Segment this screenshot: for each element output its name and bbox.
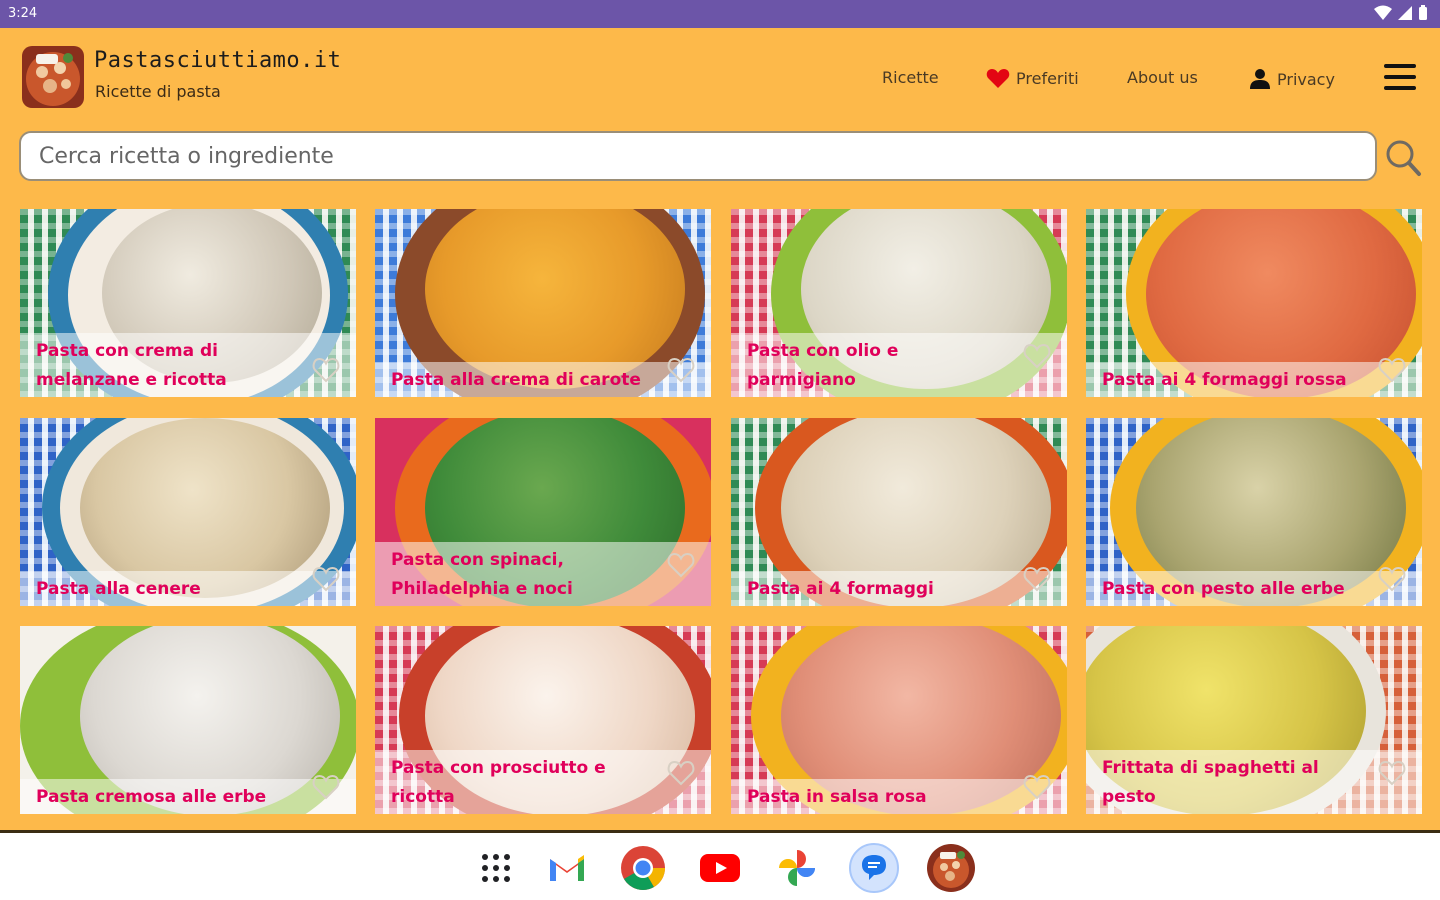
hamburger-menu-icon[interactable] bbox=[1384, 64, 1418, 94]
nav-favorites-label: Preferiti bbox=[1016, 69, 1079, 88]
recipe-card[interactable]: Pasta ai 4 formaggi bbox=[731, 418, 1067, 606]
recipe-title: Pasta con pesto alle erbe bbox=[1102, 579, 1345, 599]
recipe-card[interactable]: Pasta alla cenere bbox=[20, 418, 356, 606]
nav-about-label: About us bbox=[1127, 68, 1198, 87]
signal-icon bbox=[1398, 6, 1412, 20]
recipe-caption: Pasta con prosciutto e ricotta bbox=[375, 750, 711, 814]
recipe-title: Pasta alla crema di carote bbox=[391, 370, 641, 390]
nav-favorites[interactable]: Preferiti bbox=[986, 68, 1079, 89]
chrome-icon[interactable] bbox=[618, 843, 668, 893]
youtube-icon[interactable] bbox=[695, 843, 745, 893]
status-bar: 3:24 bbox=[0, 0, 1440, 28]
recipe-caption: Pasta ai 4 formaggi rossa bbox=[1086, 362, 1422, 397]
heart-outline-icon[interactable] bbox=[1378, 566, 1406, 592]
heart-outline-icon[interactable] bbox=[1023, 774, 1051, 800]
status-time: 3:24 bbox=[8, 6, 38, 21]
recipe-title: Pasta in salsa rosa bbox=[747, 787, 927, 807]
app-drawer-icon[interactable] bbox=[471, 843, 521, 893]
heart-outline-icon[interactable] bbox=[1023, 343, 1051, 369]
recipe-card[interactable]: Pasta con crema di melanzane e ricotta bbox=[20, 209, 356, 397]
nav-privacy[interactable]: Privacy bbox=[1249, 68, 1335, 90]
brand-title[interactable]: Pastasciuttiamo.it bbox=[94, 48, 341, 73]
recipe-caption: Pasta ai 4 formaggi bbox=[731, 571, 1067, 606]
recipe-title: Pasta con prosciutto e ricotta bbox=[391, 758, 606, 807]
messages-icon[interactable] bbox=[849, 843, 899, 893]
heart-outline-icon[interactable] bbox=[1378, 760, 1406, 786]
heart-icon bbox=[986, 69, 1010, 88]
app-screen: Pastasciuttiamo.it Ricette di pasta Rice… bbox=[0, 28, 1440, 830]
nav-about[interactable]: About us bbox=[1127, 68, 1198, 87]
recipe-title: Pasta con crema di melanzane e ricotta bbox=[36, 341, 227, 390]
recipe-caption: Pasta con crema di melanzane e ricotta bbox=[20, 333, 356, 397]
recipe-caption: Frittata di spaghetti al pesto bbox=[1086, 750, 1422, 814]
gmail-icon[interactable] bbox=[542, 843, 592, 893]
recipe-card[interactable]: Frittata di spaghetti al pesto bbox=[1086, 626, 1422, 814]
heart-outline-icon[interactable] bbox=[667, 760, 695, 786]
recipe-card[interactable]: Pasta con prosciutto e ricotta bbox=[375, 626, 711, 814]
brand-subtitle: Ricette di pasta bbox=[95, 82, 221, 101]
heart-outline-icon[interactable] bbox=[312, 566, 340, 592]
recipe-card[interactable]: Pasta con olio e parmigiano bbox=[731, 209, 1067, 397]
recipe-caption: Pasta in salsa rosa bbox=[731, 779, 1067, 814]
battery-icon bbox=[1419, 5, 1427, 20]
recipe-card[interactable]: Pasta cremosa alle erbe bbox=[20, 626, 356, 814]
recipe-caption: Pasta cremosa alle erbe bbox=[20, 779, 356, 814]
recipe-caption: Pasta alla cenere bbox=[20, 571, 356, 606]
heart-outline-icon[interactable] bbox=[667, 552, 695, 578]
recipe-title: Pasta con spinaci, Philadelphia e noci bbox=[391, 550, 573, 599]
recipe-title: Pasta ai 4 formaggi bbox=[747, 579, 934, 599]
heart-outline-icon[interactable] bbox=[667, 357, 695, 383]
site-logo[interactable] bbox=[22, 46, 84, 108]
recipe-card[interactable]: Pasta ai 4 formaggi rossa bbox=[1086, 209, 1422, 397]
search-icon[interactable] bbox=[1384, 138, 1422, 178]
recipe-title: Frittata di spaghetti al pesto bbox=[1102, 758, 1319, 807]
heart-outline-icon[interactable] bbox=[1378, 357, 1406, 383]
recipe-caption: Pasta con olio e parmigiano bbox=[731, 333, 1067, 397]
recipe-caption: Pasta alla crema di carote bbox=[375, 362, 711, 397]
heart-outline-icon[interactable] bbox=[312, 774, 340, 800]
wifi-icon bbox=[1374, 5, 1392, 20]
recipe-caption: Pasta con spinaci, Philadelphia e noci bbox=[375, 542, 711, 606]
recipe-title: Pasta con olio e parmigiano bbox=[747, 341, 899, 390]
photos-icon[interactable] bbox=[772, 843, 822, 893]
app-dock bbox=[0, 830, 1440, 900]
recipe-title: Pasta alla cenere bbox=[36, 579, 201, 599]
nav-recipes-label: Ricette bbox=[882, 68, 939, 87]
nav-recipes[interactable]: Ricette bbox=[882, 68, 939, 87]
recipe-caption: Pasta con pesto alle erbe bbox=[1086, 571, 1422, 606]
heart-outline-icon[interactable] bbox=[1023, 566, 1051, 592]
recipe-card[interactable]: Pasta alla crema di carote bbox=[375, 209, 711, 397]
app-header: Pastasciuttiamo.it Ricette di pasta Rice… bbox=[0, 28, 1440, 128]
system-icons bbox=[1374, 5, 1428, 21]
nav-privacy-label: Privacy bbox=[1277, 69, 1335, 89]
recipe-title: Pasta cremosa alle erbe bbox=[36, 787, 267, 807]
recipe-title: Pasta ai 4 formaggi rossa bbox=[1102, 370, 1347, 390]
pastasciuttiamo-app-icon[interactable] bbox=[926, 843, 976, 893]
recipe-card[interactable]: Pasta con pesto alle erbe bbox=[1086, 418, 1422, 606]
heart-outline-icon[interactable] bbox=[312, 357, 340, 383]
search-box bbox=[19, 131, 1377, 181]
recipe-card[interactable]: Pasta con spinaci, Philadelphia e noci bbox=[375, 418, 711, 606]
recipe-card[interactable]: Pasta in salsa rosa bbox=[731, 626, 1067, 814]
search-input[interactable] bbox=[21, 133, 1375, 179]
user-icon bbox=[1250, 69, 1270, 89]
